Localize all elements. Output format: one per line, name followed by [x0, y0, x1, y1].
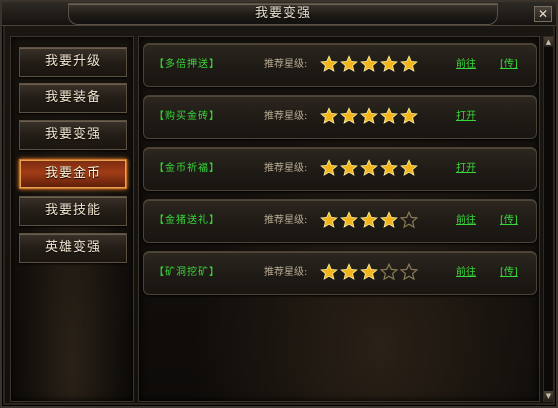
sidebar-item-equipment[interactable]: 我要装备 — [19, 83, 127, 113]
list-item: 【金猪送礼】 推荐星级: 前往 [传] — [143, 199, 537, 243]
rating-label: 推荐星级: — [264, 163, 308, 174]
star-filled-icon — [360, 263, 378, 280]
activity-name: 【多倍押送】 — [154, 59, 220, 70]
list-item: 【矿洞挖矿】 推荐星级: 前往 [传] — [143, 251, 537, 295]
list-item: 【多倍押送】 推荐星级: 前往 [传] — [143, 43, 537, 87]
list-item: 【购买金砖】 推荐星级: 打开 — [143, 95, 537, 139]
activity-name: 【矿洞挖矿】 — [154, 267, 220, 278]
scroll-down-arrow-icon[interactable]: ▼ — [544, 391, 553, 401]
go-link[interactable]: 前往 — [456, 252, 476, 294]
rating-label: 推荐星级: — [264, 215, 308, 226]
star-filled-icon — [400, 55, 418, 72]
rating-label: 推荐星级: — [264, 111, 308, 122]
star-filled-icon — [360, 55, 378, 72]
star-filled-icon — [340, 159, 358, 176]
sidebar-item-get-stronger[interactable]: 我要变强 — [19, 120, 127, 150]
star-filled-icon — [340, 107, 358, 124]
star-filled-icon — [400, 159, 418, 176]
star-rating — [320, 159, 418, 179]
rating-label: 推荐星级: — [264, 267, 308, 278]
scrollbar[interactable]: ▲ ▼ — [543, 36, 554, 402]
rating-label: 推荐星级: — [264, 59, 308, 70]
star-filled-icon — [320, 55, 338, 72]
teleport-link[interactable]: [传] — [500, 252, 518, 294]
sidebar: 我要升级 我要装备 我要变强 我要金币 我要技能 英雄变强 — [10, 36, 134, 402]
teleport-link[interactable]: [传] — [500, 200, 518, 242]
teleport-link[interactable]: [传] — [500, 44, 518, 86]
star-filled-icon — [360, 211, 378, 228]
sidebar-item-hero-stronger[interactable]: 英雄变强 — [19, 233, 127, 263]
star-filled-icon — [380, 159, 398, 176]
star-filled-icon — [380, 211, 398, 228]
star-rating — [320, 55, 418, 75]
star-empty-icon — [400, 263, 418, 281]
open-link[interactable]: 打开 — [456, 96, 476, 138]
star-filled-icon — [320, 263, 338, 280]
star-rating — [320, 107, 418, 127]
list-item: 【金币祈福】 推荐星级: 打开 — [143, 147, 537, 191]
star-filled-icon — [360, 159, 378, 176]
activity-name: 【金猪送礼】 — [154, 215, 220, 226]
go-link[interactable]: 前往 — [456, 44, 476, 86]
star-filled-icon — [360, 107, 378, 124]
activity-name: 【购买金砖】 — [154, 111, 220, 122]
close-button[interactable]: ✕ — [534, 6, 552, 22]
star-filled-icon — [340, 211, 358, 228]
go-link[interactable]: 前往 — [456, 200, 476, 242]
open-link[interactable]: 打开 — [456, 148, 476, 190]
star-filled-icon — [320, 107, 338, 124]
star-filled-icon — [340, 263, 358, 280]
star-filled-icon — [380, 55, 398, 72]
window-title: 我要变强 — [254, 6, 311, 21]
star-rating — [320, 263, 418, 283]
star-filled-icon — [380, 107, 398, 124]
game-window: 我要变强 ✕ 我要升级 我要装备 我要变强 我要金币 我要技能 英雄变强 【多倍… — [0, 0, 558, 408]
sidebar-item-level-up[interactable]: 我要升级 — [19, 47, 127, 77]
star-filled-icon — [320, 211, 338, 228]
star-empty-icon — [400, 211, 418, 229]
main-panel: 【多倍押送】 推荐星级: 前往 [传] 【购买金砖】 推荐星级: 打开 【金币祈… — [138, 36, 540, 402]
star-filled-icon — [400, 107, 418, 124]
sidebar-item-skills[interactable]: 我要技能 — [19, 196, 127, 226]
star-rating — [320, 211, 418, 231]
star-filled-icon — [320, 159, 338, 176]
scroll-up-arrow-icon[interactable]: ▲ — [544, 37, 553, 47]
activity-name: 【金币祈福】 — [154, 163, 220, 174]
star-filled-icon — [340, 55, 358, 72]
sidebar-item-gold[interactable]: 我要金币 — [19, 159, 127, 189]
star-empty-icon — [380, 263, 398, 281]
